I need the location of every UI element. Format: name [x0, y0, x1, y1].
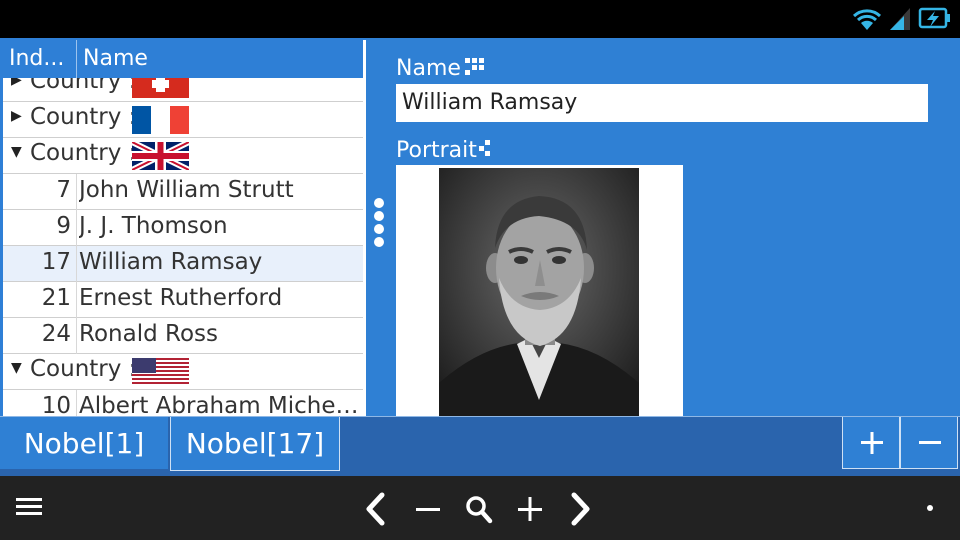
- zoom-out-icon[interactable]: [412, 492, 444, 526]
- add-record-button[interactable]: [842, 417, 900, 469]
- wifi-icon: [852, 9, 882, 30]
- field-handle-icon: [478, 140, 490, 156]
- portrait-field[interactable]: [396, 165, 683, 416]
- flag-france-icon: [132, 106, 189, 134]
- item-index: 9: [56, 213, 71, 239]
- item-name: William Ramsay: [79, 249, 263, 275]
- item-name: Albert Abraham Michelson: [79, 393, 359, 416]
- expand-right-icon[interactable]: ▶: [11, 108, 22, 124]
- list-header: Ind... Name: [3, 40, 363, 78]
- column-header-index[interactable]: Ind...: [9, 46, 75, 71]
- expand-down-icon[interactable]: ▼: [11, 360, 22, 376]
- list-item[interactable]: 17 William Ramsay: [3, 246, 363, 282]
- resize-handle[interactable]: [374, 198, 386, 250]
- list-item[interactable]: 24 Ronald Ross: [3, 318, 363, 354]
- item-index: 21: [41, 285, 71, 311]
- name-label: Name: [396, 56, 485, 81]
- item-index: 7: [56, 177, 71, 203]
- zoom-in-icon[interactable]: [514, 492, 546, 526]
- overflow-dot-icon[interactable]: [922, 492, 938, 526]
- group-label: Country :: [30, 78, 137, 94]
- portrait-label: Portrait: [396, 138, 493, 163]
- list-item[interactable]: 10 Albert Abraham Michelson: [3, 390, 363, 416]
- item-index: 17: [41, 249, 71, 275]
- group-label: Country :: [30, 104, 137, 130]
- item-name: John William Strutt: [79, 177, 294, 203]
- portrait-photo: [439, 168, 639, 416]
- flag-united-kingdom-icon: [132, 142, 189, 170]
- item-index: 24: [41, 321, 71, 347]
- plus-icon: [861, 432, 883, 454]
- minus-icon: [919, 441, 941, 444]
- expand-down-icon[interactable]: ▼: [11, 144, 22, 160]
- list-item[interactable]: 21 Ernest Rutherford: [3, 282, 363, 318]
- navigation-bar: [0, 476, 960, 540]
- menu-icon[interactable]: [16, 492, 44, 522]
- battery-charging-icon: [918, 7, 950, 29]
- group-label: Country :: [30, 356, 137, 382]
- group-row-united-kingdom[interactable]: ▼ Country :: [3, 138, 363, 174]
- item-name: Ernest Rutherford: [79, 285, 283, 311]
- tab-nobel-17[interactable]: Nobel[17]: [170, 417, 340, 471]
- next-icon[interactable]: [566, 492, 596, 526]
- list-rows: ▶ Country : ▶ Country : ▼ Country : 7 John Wil…: [3, 78, 363, 416]
- status-bar: [0, 0, 960, 38]
- search-icon[interactable]: [463, 492, 495, 526]
- group-label: Country :: [30, 140, 137, 166]
- flag-united-states-icon: [132, 358, 189, 386]
- list-item[interactable]: 9 J. J. Thomson: [3, 210, 363, 246]
- group-row-united-states[interactable]: ▼ Country :: [3, 354, 363, 390]
- name-field[interactable]: William Ramsay: [396, 84, 928, 122]
- item-name: Ronald Ross: [79, 321, 218, 347]
- item-index: 10: [41, 393, 71, 416]
- remove-record-button[interactable]: [900, 417, 958, 469]
- expand-right-icon[interactable]: ▶: [11, 78, 22, 88]
- flag-switzerland-icon: [132, 78, 189, 98]
- field-handle-icon: [464, 58, 484, 75]
- tab-bar: Nobel[1] Nobel[17]: [0, 416, 960, 476]
- group-row-france[interactable]: ▶ Country :: [3, 102, 363, 138]
- previous-icon[interactable]: [360, 492, 390, 526]
- cell-signal-icon: [890, 8, 910, 30]
- item-name: J. J. Thomson: [79, 213, 228, 239]
- group-row-switzerland[interactable]: ▶ Country :: [3, 78, 363, 102]
- records-list[interactable]: Ind... Name ▶ Country : ▶ Country : ▼ Country…: [0, 38, 366, 416]
- detail-panel: Name William Ramsay Portrait: [366, 38, 960, 416]
- list-item[interactable]: 7 John William Strutt: [3, 174, 363, 210]
- column-header-name[interactable]: Name: [83, 46, 148, 71]
- tab-nobel-1[interactable]: Nobel[1]: [0, 417, 168, 469]
